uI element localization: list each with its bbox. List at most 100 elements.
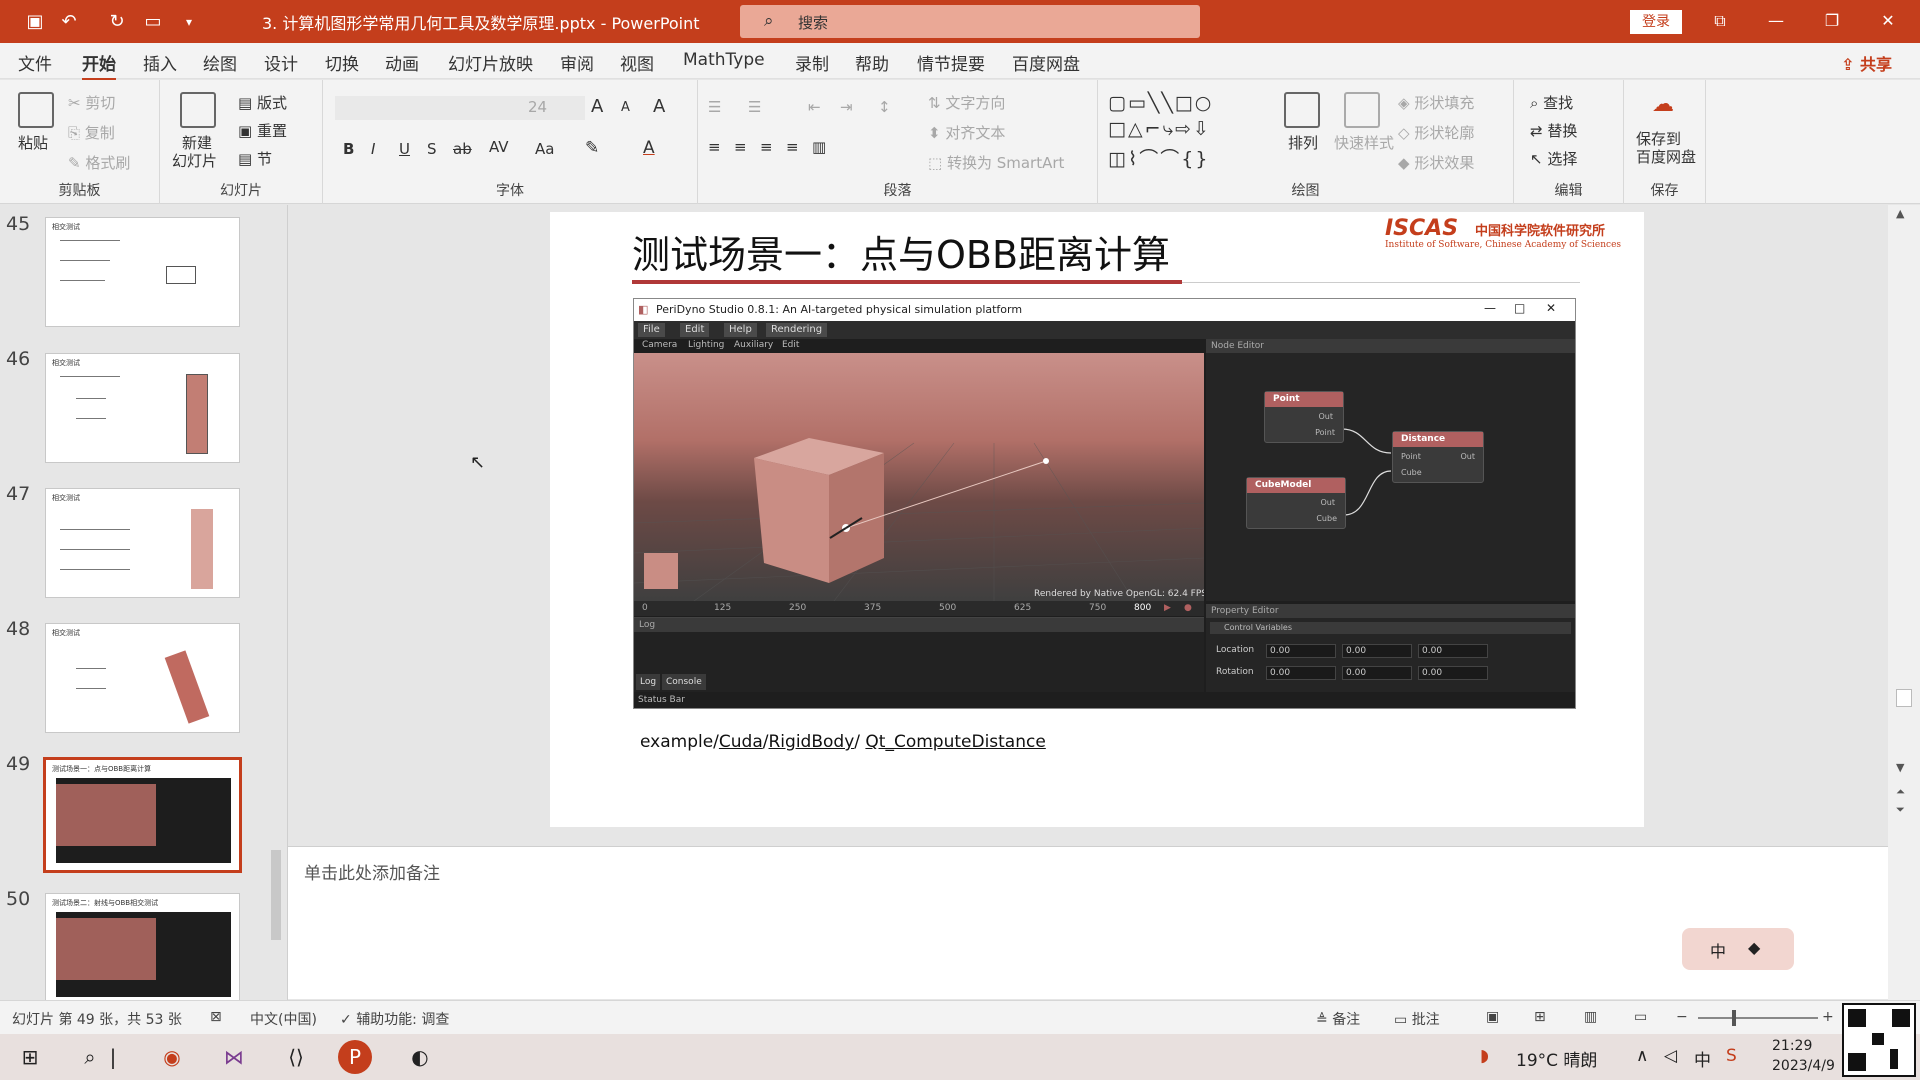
thumbnail-48[interactable]: 相交测试	[45, 623, 240, 733]
shape-effects-button[interactable]: ◆ 形状效果	[1398, 152, 1474, 173]
volume-icon[interactable]: ◁	[1664, 1046, 1677, 1066]
ribbon-display-icon[interactable]: ⧉	[1700, 7, 1740, 35]
format-painter-button[interactable]: ✎ 格式刷	[68, 152, 130, 173]
thumbnail-46[interactable]: 相交测试	[45, 353, 240, 463]
reading-view-icon[interactable]: ▥	[1584, 1009, 1597, 1025]
reset-button[interactable]: ▣ 重置	[238, 120, 287, 141]
quick-styles-icon[interactable]	[1344, 92, 1380, 128]
chrome-icon[interactable]: ◉	[152, 1040, 192, 1074]
new-slide-button-2[interactable]: 幻灯片	[172, 150, 217, 171]
customize-qat-icon[interactable]: ▾	[176, 9, 202, 35]
layout-button[interactable]: ▤ 版式	[238, 92, 287, 113]
thumbnail-50[interactable]: 测试场景二：射线与OBB相交测试	[45, 893, 240, 1003]
arrange-button[interactable]: 排列	[1288, 132, 1318, 153]
font-name-select[interactable]	[335, 96, 585, 120]
scroll-thumb[interactable]	[1896, 689, 1912, 707]
zoom-in-icon[interactable]: +	[1822, 1009, 1834, 1025]
paste-button[interactable]: 粘贴	[18, 132, 48, 153]
ime-language[interactable]: 中	[1710, 938, 1726, 962]
tab-record[interactable]: 录制	[795, 50, 829, 75]
tab-animations[interactable]: 动画	[385, 50, 419, 75]
cut-button[interactable]: ✂ 剪切	[68, 92, 115, 113]
char-spacing-button[interactable]: AV	[489, 138, 509, 156]
shape-fill-button[interactable]: ◈ 形状填充	[1398, 92, 1474, 113]
prev-slide-icon[interactable]: ⏶	[1896, 785, 1905, 799]
visual-studio-icon[interactable]: ⋈	[214, 1040, 254, 1074]
thumbnail-47[interactable]: 相交测试	[45, 488, 240, 598]
comments-toggle[interactable]: ▭ 批注	[1394, 1009, 1440, 1029]
clear-format-icon[interactable]: A	[653, 96, 665, 117]
text-direction-button[interactable]: ⇅ 文字方向	[928, 92, 1005, 113]
tray-expand-icon[interactable]: ∧	[1636, 1046, 1648, 1066]
ime-skin-icon[interactable]: ◆	[1748, 938, 1760, 957]
numbering-icon[interactable]: ☰	[748, 98, 761, 116]
grow-font-icon[interactable]: A	[591, 96, 603, 117]
scroll-thumb[interactable]	[271, 850, 281, 940]
strikethrough-button[interactable]: ab	[453, 140, 472, 158]
increase-indent-icon[interactable]: ⇥	[840, 98, 853, 116]
normal-view-icon[interactable]: ▣	[1486, 1009, 1499, 1025]
shapes-gallery-icon[interactable]: ▢▭╲╲□○	[1108, 92, 1213, 114]
italic-button[interactable]: I	[371, 140, 375, 158]
vscode-icon[interactable]: ⟨⟩	[276, 1040, 316, 1074]
tab-design[interactable]: 设计	[264, 50, 298, 75]
tab-review[interactable]: 审阅	[560, 50, 594, 75]
tab-slideshow[interactable]: 幻灯片放映	[448, 50, 533, 75]
app-tray-icon[interactable]: S	[1726, 1046, 1737, 1066]
ime-floating-bar[interactable]: 中 ◆	[1682, 928, 1794, 970]
next-slide-icon[interactable]: ⏷	[1896, 803, 1905, 817]
change-case-button[interactable]: Aa	[535, 140, 554, 158]
search-box[interactable]: ⌕ 搜索	[740, 5, 1200, 38]
section-button[interactable]: ▤ 节	[238, 148, 272, 169]
zoom-slider[interactable]	[1698, 1017, 1818, 1019]
login-button[interactable]: 登录	[1630, 10, 1682, 34]
scroll-down-icon[interactable]: ▼	[1896, 761, 1904, 774]
thumbnail-45[interactable]: 相交测试	[45, 217, 240, 327]
notes-toggle[interactable]: ≜ 备注	[1316, 1009, 1360, 1029]
justify-icon[interactable]: ≡	[786, 138, 799, 156]
tab-draw[interactable]: 绘图	[203, 50, 237, 75]
columns-icon[interactable]: ▥	[812, 138, 826, 156]
clock-date[interactable]: 2023/4/9	[1772, 1058, 1835, 1074]
baidu-button[interactable]: 百度网盘	[1636, 146, 1696, 167]
bullets-icon[interactable]: ☰	[708, 98, 721, 116]
shrink-font-icon[interactable]: A	[621, 100, 630, 115]
align-left-icon[interactable]: ≡	[708, 138, 721, 156]
quick-styles-button[interactable]: 快速样式	[1334, 132, 1394, 153]
slide-title[interactable]: 测试场景一：点与OBB距离计算	[632, 224, 1170, 279]
highlight-icon[interactable]: ✎	[585, 138, 599, 158]
tab-file[interactable]: 文件	[18, 50, 52, 75]
undo-icon[interactable]: ↶	[56, 9, 82, 35]
present-icon[interactable]: ▭	[140, 9, 166, 35]
tab-mathtype[interactable]: MathType	[683, 50, 765, 70]
clock-time[interactable]: 21:29	[1772, 1038, 1812, 1054]
tab-transitions[interactable]: 切换	[325, 50, 359, 75]
taskbar-ime[interactable]: 中	[1694, 1046, 1711, 1071]
find-button[interactable]: ⌕ 查找	[1530, 92, 1573, 113]
tab-view[interactable]: 视图	[620, 50, 654, 75]
slideshow-view-icon[interactable]: ▭	[1634, 1009, 1647, 1025]
app-screenshot[interactable]: ◧ PeriDyno Studio 0.8.1: An AI-targeted …	[633, 298, 1576, 709]
underline-button[interactable]: U	[399, 140, 410, 158]
powerpoint-icon[interactable]: P	[338, 1040, 372, 1074]
windows-start-icon[interactable]: ⊞	[10, 1040, 50, 1074]
share-button[interactable]: ⇪ 共享	[1841, 51, 1892, 75]
path-link-qt[interactable]: Qt_ComputeDistance	[865, 732, 1045, 752]
replace-button[interactable]: ⇄ 替换	[1530, 120, 1577, 141]
paste-icon[interactable]	[18, 92, 54, 128]
app-icon[interactable]: ◐	[400, 1040, 440, 1074]
cloud-icon[interactable]: ☁	[1652, 92, 1674, 117]
taskbar-search-icon[interactable]: ⌕	[70, 1040, 110, 1074]
example-path[interactable]: example/Cuda/RigidBody/ Qt_ComputeDistan…	[640, 732, 1046, 752]
slide-scrollbar[interactable]: ▲ ▼ ⏶ ⏷	[1888, 205, 1920, 1000]
path-link-rigidbody[interactable]: RigidBody	[769, 732, 855, 752]
path-link-cuda[interactable]: Cuda	[719, 732, 763, 752]
minimize-button[interactable]: —	[1756, 7, 1796, 35]
tab-storyboard[interactable]: 情节提要	[917, 50, 985, 75]
bold-button[interactable]: B	[343, 140, 354, 158]
spellcheck-icon[interactable]: ⊠	[210, 1009, 222, 1025]
tab-insert[interactable]: 插入	[143, 50, 177, 75]
accessibility-status[interactable]: ✓ 辅助功能: 调查	[340, 1009, 449, 1029]
font-size-select[interactable]: 24	[528, 98, 547, 116]
zoom-slider-thumb[interactable]	[1732, 1010, 1736, 1026]
